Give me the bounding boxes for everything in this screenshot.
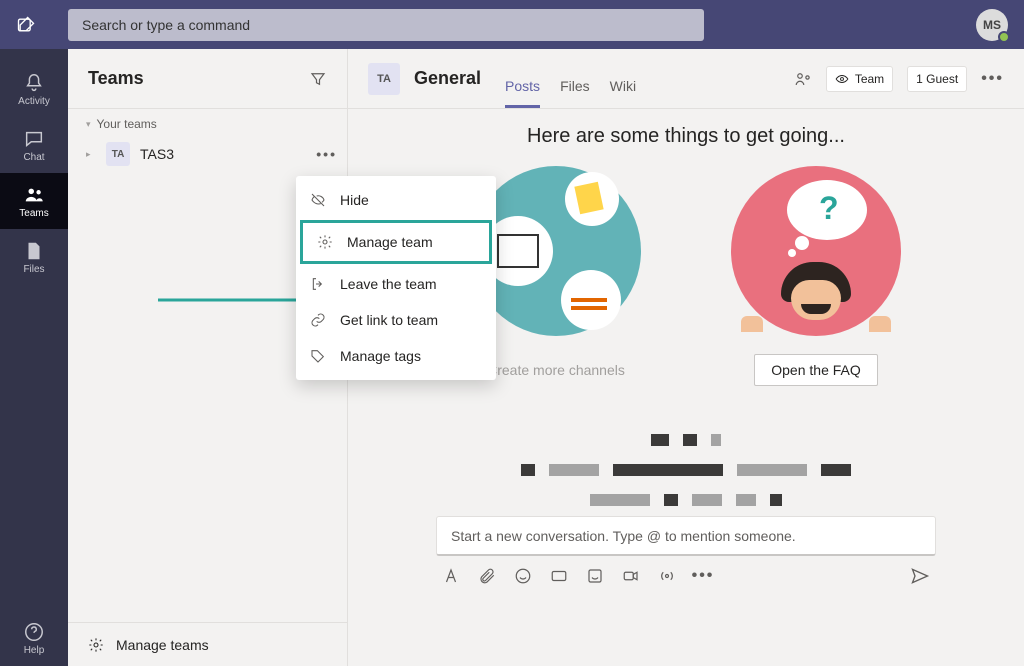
channel-name: General <box>414 68 481 89</box>
hide-icon <box>310 192 326 208</box>
user-avatar[interactable]: MS <box>976 9 1008 41</box>
visibility-pill[interactable]: Team <box>826 66 893 92</box>
compose-placeholder: Start a new conversation. Type @ to ment… <box>451 528 796 544</box>
filter-icon[interactable] <box>309 70 327 88</box>
leave-icon <box>310 276 326 292</box>
rail-files[interactable]: Files <box>0 229 68 285</box>
ctx-hide[interactable]: Hide <box>296 182 496 218</box>
stream-icon[interactable] <box>658 567 676 585</box>
channel-more-icon[interactable]: ••• <box>981 70 1004 88</box>
team-row[interactable]: ▸ TA TAS3 ••• <box>68 137 347 171</box>
people-icon <box>23 184 45 206</box>
meet-icon[interactable] <box>622 567 640 585</box>
org-icon[interactable] <box>794 70 812 88</box>
tab-wiki[interactable]: Wiki <box>610 78 636 108</box>
caret-right-icon: ▸ <box>86 149 96 160</box>
manage-teams-button[interactable]: Manage teams <box>68 622 347 666</box>
eye-icon <box>835 72 849 86</box>
ctx-get-link[interactable]: Get link to team <box>296 302 496 338</box>
avatar-initials: MS <box>983 18 1001 32</box>
attach-icon[interactable] <box>478 567 496 585</box>
rail-help[interactable]: Help <box>0 610 68 666</box>
team-more-icon[interactable]: ••• <box>316 146 337 162</box>
channel-tabs: Posts Files Wiki <box>505 49 636 108</box>
welcome-card-faq: Open the FAQ <box>726 166 906 386</box>
tag-icon <box>310 348 326 364</box>
teams-panel-header: Teams <box>68 49 347 109</box>
rail-teams[interactable]: Teams <box>0 173 68 229</box>
format-icon[interactable] <box>442 567 460 585</box>
gear-icon <box>317 234 333 250</box>
channels-illustration <box>471 166 641 336</box>
channel-header: TA General Posts Files Wiki Team 1 Guest <box>348 49 1024 109</box>
tab-files[interactable]: Files <box>560 78 590 108</box>
file-icon <box>23 240 45 262</box>
manage-teams-label: Manage teams <box>116 637 209 653</box>
team-context-menu: Hide Manage team Leave the team Get link… <box>296 176 496 380</box>
sticker-icon[interactable] <box>586 567 604 585</box>
tab-posts[interactable]: Posts <box>505 78 540 108</box>
presence-available-icon <box>998 31 1010 43</box>
chat-icon <box>23 128 45 150</box>
gif-icon[interactable] <box>550 567 568 585</box>
rail-chat[interactable]: Chat <box>0 117 68 173</box>
send-icon[interactable] <box>910 566 930 586</box>
rail-label: Help <box>24 645 45 656</box>
ctx-manage-team[interactable]: Manage team <box>300 220 492 264</box>
faq-illustration <box>731 166 901 336</box>
new-message-icon[interactable] <box>16 15 36 35</box>
team-tile: TA <box>106 142 130 166</box>
open-faq-button[interactable]: Open the FAQ <box>754 354 878 386</box>
compose-area: Start a new conversation. Type @ to ment… <box>436 516 936 592</box>
rail-label: Teams <box>19 208 48 219</box>
compose-more-icon[interactable]: ••• <box>694 567 712 585</box>
ctx-leave-team[interactable]: Leave the team <box>296 266 496 302</box>
teams-title: Teams <box>88 68 144 89</box>
your-teams-label[interactable]: ▾ Your teams <box>68 109 347 137</box>
app-rail: Activity Chat Teams Files Help <box>0 49 68 666</box>
rail-label: Files <box>23 264 44 275</box>
caret-down-icon: ▾ <box>86 119 91 130</box>
link-icon <box>310 312 326 328</box>
rail-label: Activity <box>18 96 50 107</box>
emoji-icon[interactable] <box>514 567 532 585</box>
search-input[interactable]: Search or type a command <box>68 9 704 41</box>
search-placeholder: Search or type a command <box>82 17 250 33</box>
channel-tile: TA <box>368 63 400 95</box>
bell-icon <box>23 72 45 94</box>
compose-input[interactable]: Start a new conversation. Type @ to ment… <box>436 516 936 556</box>
guest-pill[interactable]: 1 Guest <box>907 66 967 92</box>
obscured-content <box>471 434 901 506</box>
rail-activity[interactable]: Activity <box>0 61 68 117</box>
rail-label: Chat <box>23 152 44 163</box>
ctx-manage-tags[interactable]: Manage tags <box>296 338 496 374</box>
title-bar: Search or type a command MS <box>0 0 1024 49</box>
help-icon <box>23 621 45 643</box>
team-name: TAS3 <box>140 146 174 162</box>
welcome-title: Here are some things to get going... <box>527 125 845 148</box>
compose-toolbar: ••• <box>436 556 936 592</box>
gear-icon <box>88 637 104 653</box>
